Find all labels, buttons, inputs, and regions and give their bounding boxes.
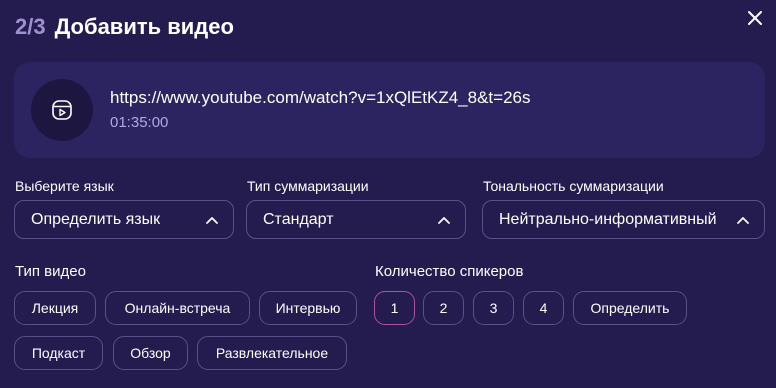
video-url: https://www.youtube.com/watch?v=1xQlEtKZ…: [110, 88, 531, 107]
video-type-option-interview[interactable]: Интервью: [259, 291, 357, 325]
close-button[interactable]: [744, 7, 766, 29]
video-type-option-entertainment[interactable]: Развлекательное: [197, 336, 347, 370]
video-type-option-lecture[interactable]: Лекция: [14, 291, 96, 325]
video-type-label: Тип видео: [15, 263, 86, 280]
step-indicator: 2/3: [15, 14, 46, 39]
summary-type-label: Тип суммаризации: [247, 178, 369, 194]
chevron-up-icon: [206, 216, 218, 224]
video-duration: 01:35:00: [110, 114, 169, 131]
chevron-up-icon: [737, 216, 749, 224]
video-play-icon: [52, 100, 72, 120]
tone-label: Тональность суммаризации: [483, 178, 664, 194]
language-select-value: Определить язык: [31, 210, 161, 228]
speakers-option-2[interactable]: 2: [423, 291, 464, 325]
video-type-option-podcast[interactable]: Подкаст: [14, 336, 103, 370]
language-label: Выберите язык: [15, 178, 114, 194]
video-type-option-online-meeting[interactable]: Онлайн-встреча: [105, 291, 250, 325]
summary-type-select-value: Стандарт: [263, 210, 334, 228]
dialog-header: 2/3 Добавить видео: [15, 11, 234, 43]
speakers-option-detect[interactable]: Определить: [573, 291, 687, 325]
speakers-option-3[interactable]: 3: [473, 291, 514, 325]
video-thumbnail: [31, 79, 93, 141]
tone-select-value: Нейтрально-информативный: [499, 210, 717, 228]
video-card: https://www.youtube.com/watch?v=1xQlEtKZ…: [14, 62, 765, 158]
speakers-option-4[interactable]: 4: [523, 291, 564, 325]
summary-type-select[interactable]: Стандарт: [246, 200, 466, 239]
dialog-title: Добавить видео: [54, 14, 234, 39]
video-type-option-review[interactable]: Обзор: [113, 336, 188, 370]
chevron-up-icon: [438, 216, 450, 224]
close-icon: [748, 11, 762, 25]
speakers-label: Количество спикеров: [375, 263, 524, 280]
tone-select[interactable]: Нейтрально-информативный: [482, 200, 765, 239]
speakers-option-1[interactable]: 1: [374, 291, 415, 325]
language-select[interactable]: Определить язык: [14, 200, 234, 239]
